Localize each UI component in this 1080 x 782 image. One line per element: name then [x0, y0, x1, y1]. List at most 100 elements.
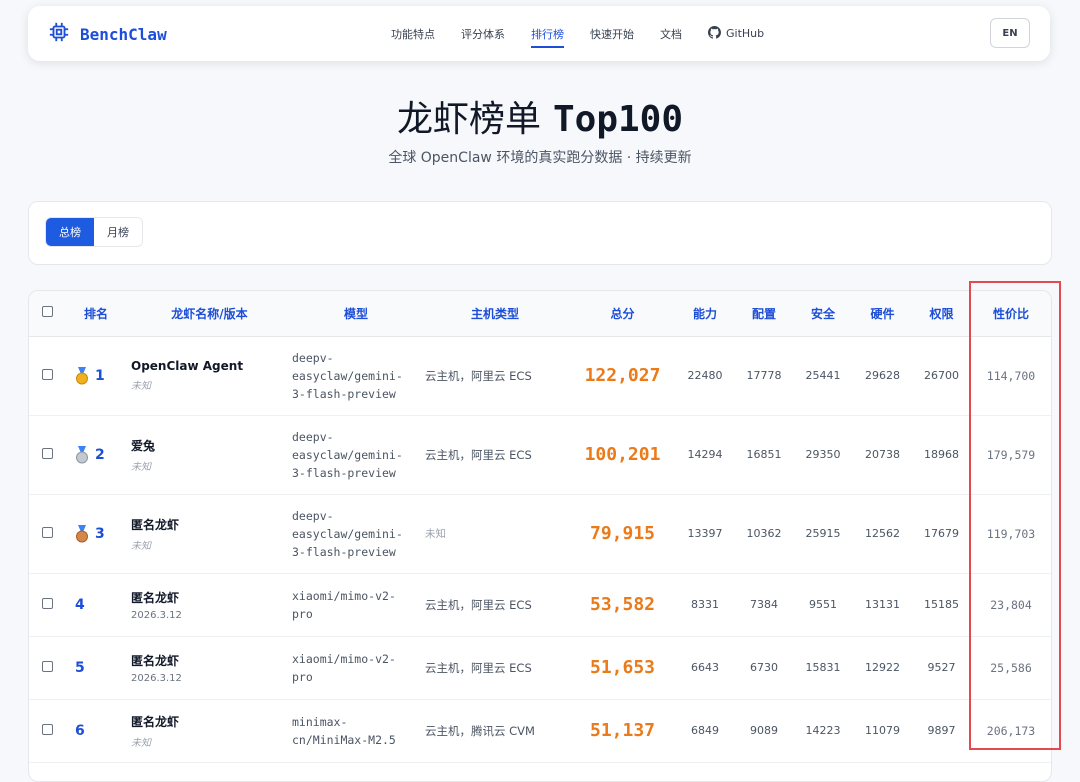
leaderboard-table: 排名 龙虾名称/版本 模型 主机类型 总分 能力 配置 安全 硬件 权限 性价比… — [29, 291, 1051, 763]
name-cell: 匿名龙虾 2026.3.12 — [127, 636, 292, 700]
claw-name[interactable]: 爱兔 — [131, 437, 292, 454]
col-host[interactable]: 主机类型 — [420, 291, 570, 337]
table-row[interactable]: 4 匿名龙虾 2026.3.12 xiaomi/mimo-v2- pro 云主机，阿里云 … — [29, 573, 1051, 637]
row-checkbox[interactable] — [41, 597, 53, 609]
brand-name: BenchClaw — [80, 24, 167, 44]
claw-name[interactable]: 匿名龙虾 — [131, 516, 292, 533]
claw-name[interactable]: 匿名龙虾 — [131, 713, 292, 730]
model-line: xiaomi/mimo-v2- — [292, 588, 396, 603]
row-select-cell — [29, 699, 65, 763]
row-select-cell — [29, 415, 65, 495]
model-cell: deepv-easyclaw/gemini- 3-flash-preview — [292, 336, 420, 416]
rank-cell: 4 — [65, 573, 127, 637]
total-score: 79,915 — [570, 494, 675, 574]
security-score: 14223 — [793, 699, 853, 763]
ability-score: 13397 — [675, 494, 735, 574]
model-cell: deepv-easyclaw/gemini- 3-flash-preview — [292, 415, 420, 495]
host-cell: 云主机，阿里云 ECS — [420, 573, 570, 637]
total-score: 51,653 — [570, 636, 675, 700]
host-cell: 云主机，阿里云 ECS — [420, 336, 570, 416]
nav-link-leaderboard[interactable]: 排行榜 — [531, 26, 564, 48]
claw-name[interactable]: OpenClaw Agent — [131, 359, 292, 373]
nav-links: 功能特点 评分体系 排行榜 快速开始 文档 GitHub — [391, 6, 764, 61]
claw-version: 未知 — [131, 381, 151, 392]
tab-overall[interactable]: 总榜 — [46, 218, 94, 246]
row-select-cell — [29, 573, 65, 637]
security-score: 15831 — [793, 636, 853, 700]
row-select-cell — [29, 336, 65, 416]
claw-version: 2026.3.12 — [131, 672, 182, 684]
nav-link-scoring[interactable]: 评分体系 — [461, 26, 505, 42]
bronze-medal-icon — [75, 524, 89, 543]
select-all-cell — [29, 291, 65, 337]
page-title-cn: 龙虾榜单 — [396, 99, 541, 140]
gold-medal-icon — [75, 366, 89, 385]
select-all-checkbox[interactable] — [41, 306, 53, 318]
row-checkbox[interactable] — [41, 660, 53, 672]
nav-link-docs[interactable]: 文档 — [660, 26, 682, 42]
row-checkbox[interactable] — [41, 447, 53, 459]
col-ability[interactable]: 能力 — [675, 291, 735, 337]
model-cell: minimax-cn/MiniMax-M2.5 — [292, 699, 420, 763]
col-model[interactable]: 模型 — [292, 291, 420, 337]
config-score: 16851 — [735, 415, 793, 495]
permission-score: 9897 — [912, 699, 971, 763]
name-cell: 匿名龙虾 未知 — [127, 699, 292, 763]
table-row[interactable]: 5 匿名龙虾 2026.3.12 xiaomi/mimo-v2- pro 云主机，阿里云 … — [29, 636, 1051, 700]
claw-version: 2026.3.12 — [131, 609, 182, 621]
table-row[interactable]: 3 匿名龙虾 未知 deepv-easyclaw/gemini- 3-flash-pre… — [29, 494, 1051, 574]
model-line: deepv- — [292, 508, 334, 523]
brand[interactable]: BenchClaw — [48, 21, 167, 47]
tab-monthly[interactable]: 月榜 — [94, 218, 142, 246]
row-checkbox[interactable] — [41, 526, 53, 538]
model-cell: xiaomi/mimo-v2- pro — [292, 573, 420, 637]
hardware-score: 12562 — [853, 494, 912, 574]
claw-version: 未知 — [131, 540, 151, 552]
row-select-cell — [29, 494, 65, 574]
model-cell: deepv-easyclaw/gemini- 3-flash-preview — [292, 494, 420, 574]
table-row[interactable]: 1 OpenClaw Agent 未知 deepv-easyclaw/gemini- 3… — [29, 336, 1051, 416]
permission-score: 18968 — [912, 415, 971, 495]
config-score: 6730 — [735, 636, 793, 700]
claw-version: 未知 — [131, 737, 151, 749]
claw-name[interactable]: 匿名龙虾 — [131, 589, 292, 606]
hardware-score: 12922 — [853, 636, 912, 700]
model-line: easyclaw/gemini- — [292, 368, 403, 383]
col-hardware[interactable]: 硬件 — [853, 291, 912, 337]
nav-link-github[interactable]: GitHub — [708, 25, 765, 42]
language-toggle-button[interactable]: EN — [990, 18, 1030, 48]
security-score: 29350 — [793, 415, 853, 495]
table-row[interactable]: 6 匿名龙虾 未知 minimax-cn/MiniMax-M2.5 云主机，腾讯云 CV… — [29, 699, 1051, 763]
leaderboard-table-card: 排名 龙虾名称/版本 模型 主机类型 总分 能力 配置 安全 硬件 权限 性价比… — [28, 290, 1052, 782]
col-rank[interactable]: 排名 — [65, 291, 127, 337]
github-label: GitHub — [726, 27, 765, 40]
model-line: 3-flash-preview — [292, 544, 396, 559]
row-checkbox[interactable] — [41, 723, 53, 735]
hardware-score: 13131 — [853, 573, 912, 637]
table-row[interactable]: 2 爱兔 未知 deepv-easyclaw/gemini- 3-flash-previ… — [29, 415, 1051, 495]
claw-name[interactable]: 匿名龙虾 — [131, 652, 292, 669]
rank-number: 1 — [95, 367, 105, 384]
table-header-row: 排名 龙虾名称/版本 模型 主机类型 总分 能力 配置 安全 硬件 权限 性价比 — [29, 291, 1051, 337]
claw-version: 未知 — [131, 461, 151, 473]
nav-link-features[interactable]: 功能特点 — [391, 26, 435, 42]
rank-number: 5 — [75, 659, 85, 676]
col-name[interactable]: 龙虾名称/版本 — [127, 291, 292, 337]
permission-score: 17679 — [912, 494, 971, 574]
ability-score: 6849 — [675, 699, 735, 763]
row-select-cell — [29, 636, 65, 700]
nav-link-quickstart[interactable]: 快速开始 — [590, 26, 634, 42]
row-checkbox[interactable] — [41, 368, 53, 380]
total-score: 100,201 — [570, 415, 675, 495]
rank-cell: 1 — [65, 336, 127, 416]
top-nav: BenchClaw 功能特点 评分体系 排行榜 快速开始 文档 GitHub E… — [28, 6, 1050, 61]
page-title: 龙虾榜单 Top100 — [0, 90, 1080, 142]
table-body: 1 OpenClaw Agent 未知 deepv-easyclaw/gemini- 3… — [29, 336, 1051, 763]
col-config[interactable]: 配置 — [735, 291, 793, 337]
col-security[interactable]: 安全 — [793, 291, 853, 337]
total-score: 122,027 — [570, 336, 675, 416]
col-total[interactable]: 总分 — [570, 291, 675, 337]
model-line: xiaomi/mimo-v2- — [292, 651, 396, 666]
col-permission[interactable]: 权限 — [912, 291, 971, 337]
config-score: 10362 — [735, 494, 793, 574]
